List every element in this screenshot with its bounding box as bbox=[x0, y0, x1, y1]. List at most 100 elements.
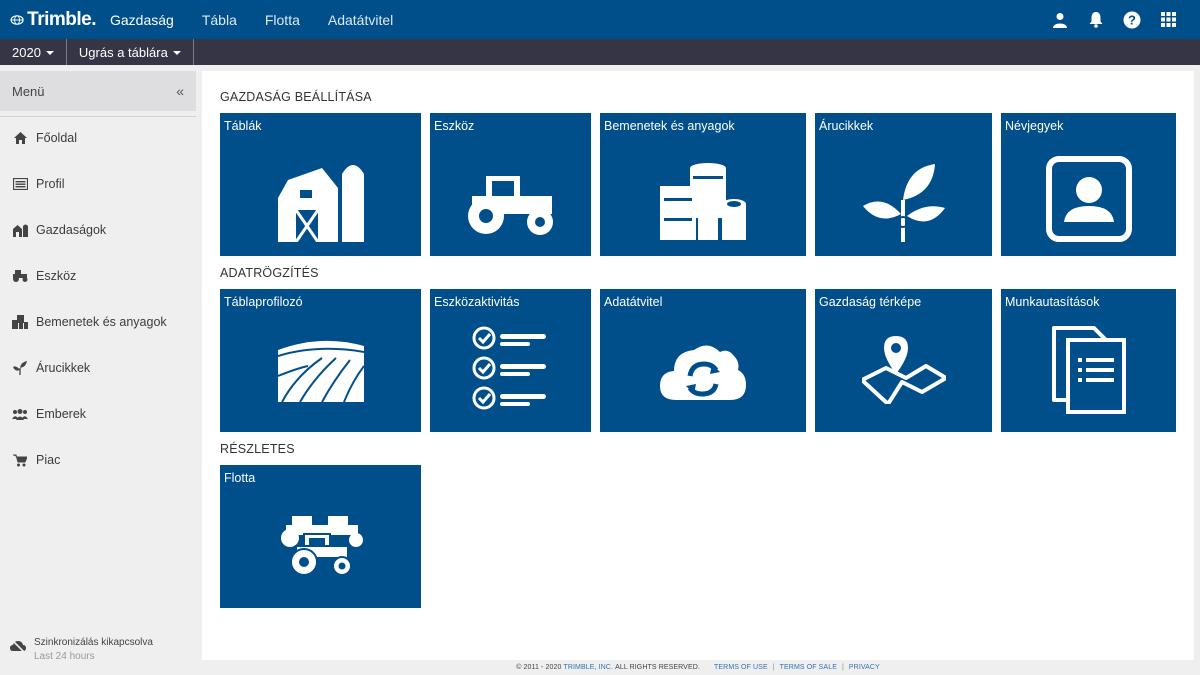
tile-label: Eszköz bbox=[434, 119, 475, 133]
tile-arucikkek[interactable]: Árucikkek bbox=[815, 113, 992, 256]
containers-icon bbox=[600, 162, 806, 242]
barn-silo-icon bbox=[220, 158, 421, 242]
tile-tablaprofilozo[interactable]: Táblaprofilozó bbox=[220, 289, 421, 432]
sidebar-menu: Főoldal Profil Gazdaságok Eszköz Bemenet… bbox=[0, 115, 196, 483]
map-pin-icon bbox=[815, 336, 992, 404]
sync-period-text: Last 24 hours bbox=[34, 651, 95, 662]
cloud-sync-icon bbox=[600, 340, 806, 400]
sidebar-item-profil[interactable]: Profil bbox=[0, 161, 196, 207]
footer-copyright: © 2011 - 2020 bbox=[516, 664, 562, 671]
sidebar-item-label: Piac bbox=[36, 453, 61, 467]
checklist-icon bbox=[430, 326, 591, 410]
tile-label: Flotta bbox=[224, 471, 256, 485]
bell-icon bbox=[1089, 12, 1103, 28]
sidebar-item-label: Főoldal bbox=[36, 131, 77, 145]
section-title-setup: GAZDASÁG BEÁLLÍTÁSA bbox=[220, 90, 372, 104]
sidebar-item-label: Emberek bbox=[36, 407, 87, 421]
trimble-globe-icon bbox=[10, 14, 24, 25]
sidebar-item-label: Bemenetek és anyagok bbox=[36, 315, 167, 329]
people-icon bbox=[12, 406, 28, 422]
nav-adatatvitel[interactable]: Adatátvitel bbox=[314, 0, 407, 39]
inputs-icon bbox=[12, 314, 28, 330]
notifications-button[interactable] bbox=[1078, 0, 1114, 39]
tile-label: Bemenetek és anyagok bbox=[604, 119, 735, 133]
svg-text:?: ? bbox=[1128, 12, 1136, 27]
sub-navbar: 2020 Ugrás a táblára bbox=[0, 39, 1200, 65]
top-navbar: Trimble. Gazdaság Tábla Flotta Adatátvit… bbox=[0, 0, 1200, 39]
footer-privacy-link[interactable]: PRIVACY bbox=[849, 664, 880, 671]
home-icon bbox=[12, 130, 28, 146]
apps-button[interactable] bbox=[1150, 0, 1186, 39]
farm-icon bbox=[12, 222, 28, 238]
tile-label: Névjegyek bbox=[1005, 119, 1064, 133]
caret-down-icon bbox=[45, 51, 54, 55]
apps-grid-icon bbox=[1160, 12, 1176, 27]
sidebar-item-bemenetek[interactable]: Bemenetek és anyagok bbox=[0, 299, 196, 345]
sidebar: Menü « Főoldal Profil Gazdaságok Eszköz … bbox=[0, 65, 202, 675]
sidebar-item-label: Árucikkek bbox=[36, 361, 91, 375]
sidebar-item-eszkoz[interactable]: Eszköz bbox=[0, 253, 196, 299]
menu-label: Menü bbox=[12, 83, 45, 99]
tile-tablak[interactable]: Táblák bbox=[220, 113, 421, 256]
tile-label: Táblaprofilozó bbox=[224, 295, 303, 309]
sidebar-item-arucikkek[interactable]: Árucikkek bbox=[0, 345, 196, 391]
cart-icon bbox=[12, 452, 28, 468]
sync-off-icon bbox=[10, 639, 26, 655]
year-value: 2020 bbox=[12, 44, 41, 60]
tractor-icon bbox=[430, 176, 591, 236]
plant-leaves-icon bbox=[815, 164, 992, 242]
sidebar-item-emberek[interactable]: Emberek bbox=[0, 391, 196, 437]
tile-label: Táblák bbox=[224, 119, 262, 133]
collapse-sidebar-icon[interactable]: « bbox=[176, 83, 184, 99]
footer-company-link[interactable]: TRIMBLE, INC. bbox=[563, 664, 613, 671]
tile-flotta[interactable]: Flotta bbox=[220, 465, 421, 608]
section-title-details: RÉSZLETES bbox=[220, 442, 295, 456]
tile-bemenetek[interactable]: Bemenetek és anyagok bbox=[600, 113, 806, 256]
tile-label: Adatátvitel bbox=[604, 295, 663, 309]
profile-card-icon bbox=[12, 176, 28, 192]
sidebar-item-label: Gazdaságok bbox=[36, 223, 107, 237]
footer-terms-of-use-link[interactable]: TERMS OF USE bbox=[714, 664, 768, 671]
jump-label: Ugrás a táblára bbox=[78, 44, 168, 60]
sidebar-item-gazdasagok[interactable]: Gazdaságok bbox=[0, 207, 196, 253]
help-button[interactable]: ? bbox=[1114, 0, 1150, 39]
tile-label: Árucikkek bbox=[819, 119, 874, 133]
tile-label: Eszközaktivitás bbox=[434, 295, 520, 309]
nav-gazdasag[interactable]: Gazdaság bbox=[96, 0, 188, 39]
tile-adatatvitel[interactable]: Adatátvitel bbox=[600, 289, 806, 432]
help-icon: ? bbox=[1123, 11, 1141, 28]
footer-terms-of-sale-link[interactable]: TERMS OF SALE bbox=[780, 664, 837, 671]
documents-icon bbox=[1001, 326, 1176, 414]
sync-status[interactable]: Szinkronizálás kikapcsolva Last 24 hours bbox=[10, 637, 196, 662]
trimble-logo[interactable]: Trimble. bbox=[0, 9, 96, 31]
tile-label: Gazdaság térképe bbox=[819, 295, 922, 309]
plant-icon bbox=[12, 360, 28, 376]
sidebar-item-label: Eszköz bbox=[36, 269, 77, 283]
sidebar-item-piac[interactable]: Piac bbox=[0, 437, 196, 483]
tile-nevjegyek[interactable]: Névjegyek bbox=[1001, 113, 1176, 256]
sidebar-item-label: Profil bbox=[36, 177, 65, 191]
footer: © 2011 - 2020 TRIMBLE, INC. ALL RIGHTS R… bbox=[516, 664, 880, 671]
sync-status-text: Szinkronizálás kikapcsolva bbox=[34, 637, 153, 648]
field-rows-icon bbox=[220, 340, 421, 402]
tile-eszkozaktivitas[interactable]: Eszközaktivitás bbox=[430, 289, 591, 432]
nav-tabla[interactable]: Tábla bbox=[188, 0, 251, 39]
user-icon bbox=[1053, 12, 1067, 28]
nav-flotta[interactable]: Flotta bbox=[251, 0, 314, 39]
jump-to-field-dropdown[interactable]: Ugrás a táblára bbox=[67, 39, 194, 65]
tile-label: Munkautasítások bbox=[1005, 295, 1100, 309]
dashboard-panel: GAZDASÁG BEÁLLÍTÁSA Táblák Eszköz Bemene… bbox=[202, 71, 1194, 660]
user-button[interactable] bbox=[1042, 0, 1078, 39]
tile-gazdasag-terkepe[interactable]: Gazdaság térképe bbox=[815, 289, 992, 432]
fleet-tractors-icon bbox=[220, 516, 421, 576]
tile-eszkoz[interactable]: Eszköz bbox=[430, 113, 591, 256]
contact-card-icon bbox=[1001, 156, 1176, 242]
tractor-icon bbox=[12, 268, 28, 284]
sidebar-item-fooldal[interactable]: Főoldal bbox=[0, 115, 196, 161]
section-title-data: ADATRÖGZÍTÉS bbox=[220, 266, 319, 280]
footer-rights: ALL RIGHTS RESERVED. bbox=[615, 664, 700, 671]
tile-munkautasitasok[interactable]: Munkautasítások bbox=[1001, 289, 1176, 432]
menu-header: Menü « bbox=[0, 71, 196, 111]
brand-name: Trimble. bbox=[27, 8, 96, 30]
year-dropdown[interactable]: 2020 bbox=[0, 39, 67, 65]
